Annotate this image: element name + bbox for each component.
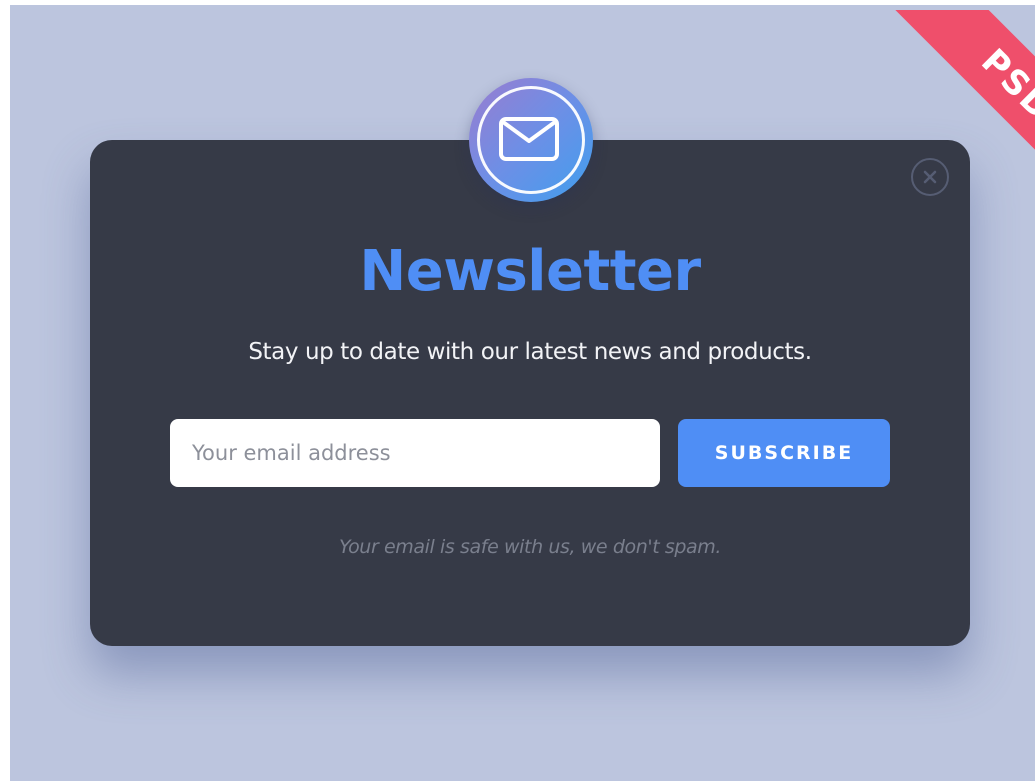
newsletter-badge xyxy=(469,78,593,202)
modal-subtitle: Stay up to date with our latest news and… xyxy=(248,339,812,365)
close-icon xyxy=(923,170,937,184)
envelope-icon xyxy=(499,117,559,161)
close-button[interactable] xyxy=(911,158,949,196)
privacy-note: Your email is safe with us, we don't spa… xyxy=(338,536,722,558)
modal-title: Newsletter xyxy=(359,239,701,304)
email-input[interactable] xyxy=(170,419,660,487)
canvas: PSD Newsletter Stay up to date with our … xyxy=(0,0,1035,781)
subscribe-button[interactable]: SUBSCRIBE xyxy=(678,419,890,487)
newsletter-modal: Newsletter Stay up to date with our late… xyxy=(90,140,970,646)
